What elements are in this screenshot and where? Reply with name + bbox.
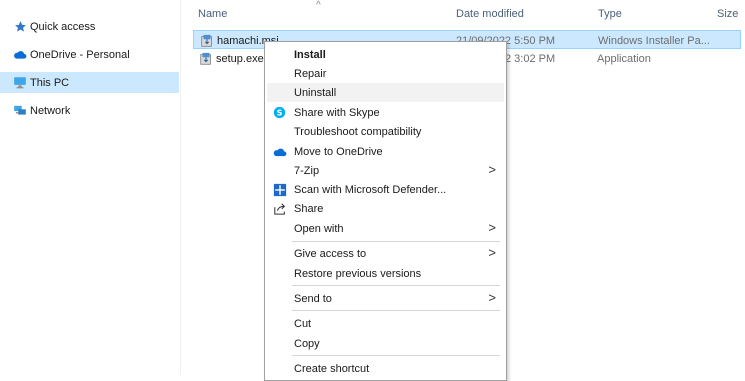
navigation-pane: Quick access OneDrive - Personal This PC… bbox=[0, 0, 180, 375]
column-header-label: Date modified bbox=[456, 8, 524, 20]
svg-text:S: S bbox=[277, 107, 283, 117]
menu-item-label: Give access to bbox=[294, 247, 367, 260]
installer-icon bbox=[201, 34, 212, 47]
share-icon bbox=[272, 201, 287, 216]
nav-label: Network bbox=[30, 104, 71, 117]
nav-item-quick-access[interactable]: Quick access bbox=[0, 16, 179, 37]
menu-item-cut[interactable]: Cut bbox=[267, 314, 504, 333]
file-name-cell: setup.exe bbox=[199, 49, 264, 68]
menu-item-label: Repair bbox=[294, 67, 327, 80]
menu-item-scan-with-defender[interactable]: Scan with Microsoft Defender... bbox=[267, 180, 504, 199]
menu-item-label: 7-Zip bbox=[294, 164, 320, 177]
menu-item-copy[interactable]: Copy bbox=[267, 334, 504, 353]
menu-item-label: Uninstall bbox=[294, 86, 337, 99]
menu-item-7-zip[interactable]: 7-Zip > bbox=[267, 161, 504, 180]
column-header-label: Name bbox=[198, 8, 228, 20]
menu-item-label: Move to OneDrive bbox=[294, 145, 383, 158]
computer-icon bbox=[13, 76, 27, 90]
menu-separator bbox=[292, 241, 500, 242]
menu-item-move-to-onedrive[interactable]: Move to OneDrive bbox=[267, 142, 504, 161]
menu-item-label: Troubleshoot compatibility bbox=[294, 125, 422, 138]
menu-item-share-with-skype[interactable]: S Share with Skype bbox=[267, 103, 504, 122]
skype-icon: S bbox=[272, 105, 287, 120]
chevron-right-icon: > bbox=[488, 290, 496, 305]
menu-item-repair[interactable]: Repair bbox=[267, 64, 504, 83]
network-icon bbox=[13, 104, 27, 118]
column-header-label: Type bbox=[598, 8, 622, 20]
menu-item-send-to[interactable]: Send to > bbox=[267, 289, 504, 308]
menu-item-uninstall[interactable]: Uninstall bbox=[267, 83, 504, 102]
chevron-right-icon: > bbox=[488, 162, 496, 177]
menu-item-label: Cut bbox=[294, 317, 312, 330]
menu-item-label: Share with Skype bbox=[294, 106, 380, 119]
onedrive-icon bbox=[272, 144, 287, 159]
chevron-right-icon: > bbox=[488, 220, 496, 235]
nav-item-this-pc[interactable]: This PC bbox=[0, 72, 179, 93]
menu-item-troubleshoot-compatibility[interactable]: Troubleshoot compatibility bbox=[267, 122, 504, 141]
menu-separator bbox=[292, 310, 500, 311]
nav-item-network[interactable]: Network bbox=[0, 100, 179, 121]
nav-label: This PC bbox=[30, 76, 70, 89]
application-icon bbox=[200, 52, 211, 65]
menu-item-label: Install bbox=[294, 48, 326, 61]
menu-item-share[interactable]: Share bbox=[267, 199, 504, 218]
menu-separator bbox=[292, 355, 500, 356]
menu-item-label: Send to bbox=[294, 292, 332, 305]
menu-item-open-with[interactable]: Open with > bbox=[267, 219, 504, 238]
menu-item-install[interactable]: Install bbox=[267, 45, 504, 64]
defender-icon bbox=[272, 182, 287, 197]
cloud-icon bbox=[13, 48, 27, 62]
file-type-cell: Windows Installer Pa... bbox=[598, 34, 710, 47]
chevron-right-icon: > bbox=[488, 245, 496, 260]
menu-item-label: Scan with Microsoft Defender... bbox=[294, 183, 447, 196]
file-type-cell: Application bbox=[597, 52, 651, 65]
menu-item-label: Copy bbox=[294, 337, 320, 350]
pane-divider[interactable] bbox=[180, 0, 181, 375]
file-date-cell: 2 3:02 PM bbox=[505, 52, 556, 65]
menu-item-restore-previous-versions[interactable]: Restore previous versions bbox=[267, 264, 504, 283]
menu-item-label: Open with bbox=[294, 222, 344, 235]
menu-item-label: Restore previous versions bbox=[294, 267, 422, 280]
column-header-type[interactable]: Type bbox=[598, 0, 708, 28]
menu-item-label: Share bbox=[294, 202, 324, 215]
nav-label: Quick access bbox=[30, 20, 96, 33]
column-header-date-modified[interactable]: Date modified bbox=[456, 0, 586, 28]
menu-item-label: Create shortcut bbox=[294, 362, 370, 375]
star-icon bbox=[13, 20, 27, 34]
nav-item-onedrive[interactable]: OneDrive - Personal bbox=[0, 44, 179, 65]
column-header-size[interactable]: Size bbox=[717, 0, 745, 28]
file-name: setup.exe bbox=[216, 52, 264, 65]
column-header-label: Size bbox=[717, 8, 739, 20]
menu-separator bbox=[292, 285, 500, 286]
context-menu: Install Repair Uninstall S Share with Sk… bbox=[264, 41, 507, 381]
menu-item-create-shortcut[interactable]: Create shortcut bbox=[267, 359, 504, 378]
menu-item-give-access-to[interactable]: Give access to > bbox=[267, 244, 504, 263]
column-header-name[interactable]: Name bbox=[198, 0, 448, 28]
nav-label: OneDrive - Personal bbox=[30, 48, 130, 61]
